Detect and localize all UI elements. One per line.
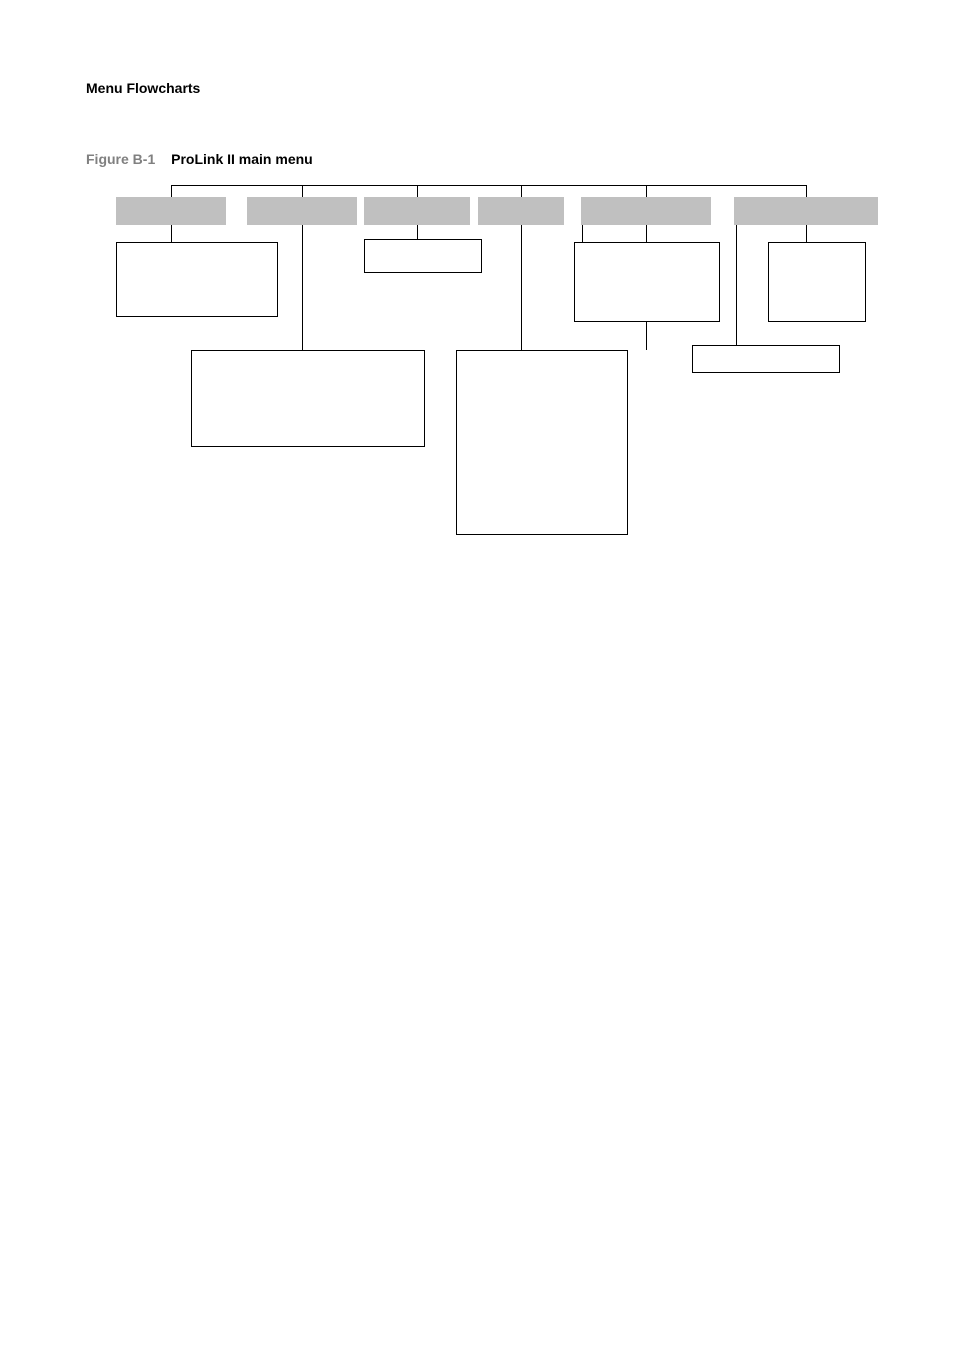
flowchart-connector-vertical — [171, 185, 172, 197]
flowchart-connector-vertical — [806, 185, 807, 197]
flowchart-connector — [171, 225, 172, 242]
flowchart-connector — [417, 225, 418, 239]
flowchart-node-sub-c — [574, 242, 720, 322]
flowchart-connector — [521, 225, 522, 350]
flowchart — [116, 185, 864, 555]
flowchart-node-sub-f — [456, 350, 628, 535]
flowchart-node-sub-a — [116, 242, 278, 317]
flowchart-node-sub-e — [191, 350, 425, 447]
flowchart-connector — [736, 225, 737, 345]
figure-caption: Figure B-1 ProLink II main menu — [86, 151, 868, 167]
flowchart-node-top-5 — [581, 197, 711, 225]
page-header: Menu Flowcharts — [86, 80, 868, 96]
flowchart-node-top-3 — [364, 197, 470, 225]
flowchart-connector-vertical — [302, 185, 303, 197]
flowchart-connector-vertical — [521, 185, 522, 197]
flowchart-connector-vertical — [417, 185, 418, 197]
flowchart-connector-vertical — [646, 185, 647, 197]
flowchart-node-top-2 — [247, 197, 357, 225]
flowchart-node-sub-b — [364, 239, 482, 273]
flowchart-node-top-1 — [116, 197, 226, 225]
flowchart-node-sub-d — [768, 242, 866, 322]
flowchart-connector — [806, 225, 807, 242]
flowchart-node-top-4 — [478, 197, 564, 225]
flowchart-node-sub-g — [692, 345, 840, 373]
flowchart-node-top-6 — [734, 197, 878, 225]
flowchart-connector — [582, 225, 583, 242]
figure-title: ProLink II main menu — [171, 151, 313, 167]
flowchart-connector — [302, 225, 303, 350]
flowchart-connector-horizontal — [171, 185, 806, 186]
figure-label: Figure B-1 — [86, 151, 155, 167]
